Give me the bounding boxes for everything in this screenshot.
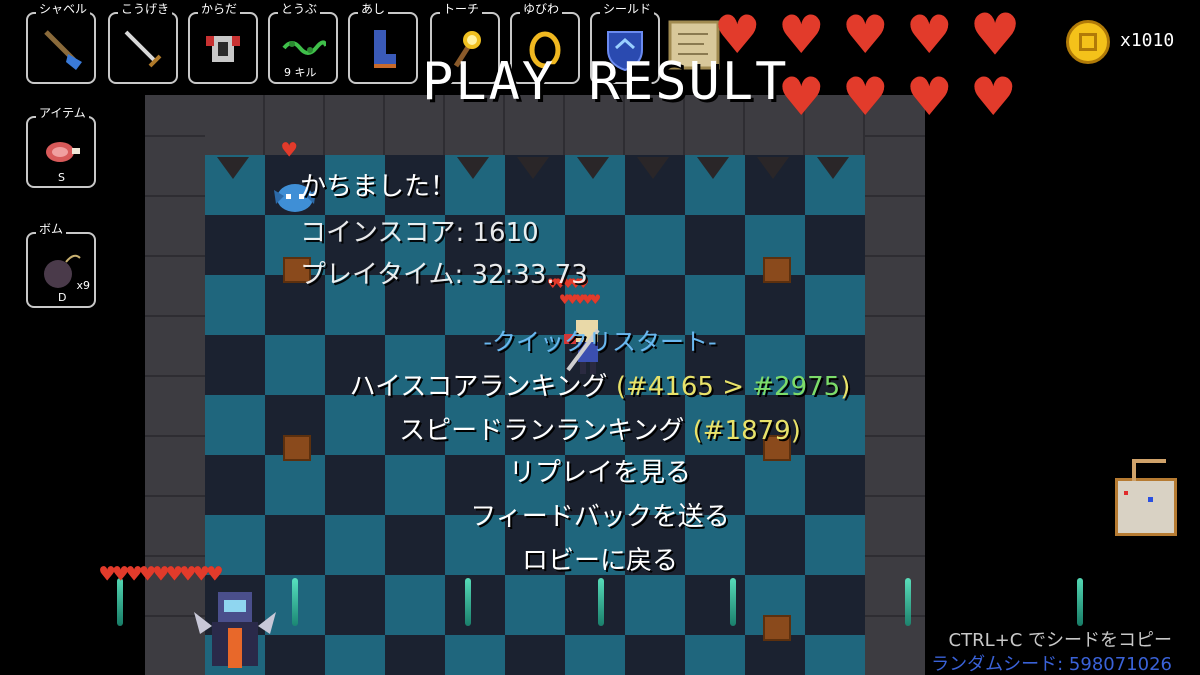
slot-label: シャベル xyxy=(36,2,91,16)
kill-count: 9 キル xyxy=(284,66,317,79)
wall-spike xyxy=(697,157,729,179)
victory-status: かちました！ xyxy=(300,172,457,202)
highscore-old-rank: (#4165 > xyxy=(607,372,753,402)
coin-score: コインスコア: 1610 xyxy=(300,218,539,248)
floor-tile xyxy=(685,635,745,675)
torch-light xyxy=(598,578,604,626)
torch-light xyxy=(292,578,298,626)
slot-label: あし xyxy=(358,2,389,16)
heart-icon: ♥ xyxy=(910,0,949,73)
boots-icon xyxy=(374,30,396,68)
wall-spike xyxy=(457,157,489,179)
slot-feet: あし xyxy=(348,2,418,84)
slot-label: こうげき xyxy=(118,2,173,16)
minimap-player-marker xyxy=(1148,497,1153,502)
floor-tile xyxy=(505,575,565,635)
speedrun-rank: (#1879) xyxy=(684,416,801,446)
heart-icon: ♥ xyxy=(846,61,885,135)
slot-weapon: こうげき xyxy=(108,2,178,84)
highscore-ranking-button[interactable]: ハイスコアランキング (#4165 > #2975) xyxy=(0,366,1200,403)
sword-icon xyxy=(124,30,162,68)
speedrun-ranking-button[interactable]: スピードランランキング (#1879) xyxy=(0,410,1200,447)
return-to-lobby-button[interactable]: ロビーに戻る xyxy=(0,540,1200,577)
minimap-marker xyxy=(1124,491,1128,495)
ham-food-icon xyxy=(46,142,80,162)
torch-light xyxy=(465,578,471,626)
gold-count: x1010 xyxy=(1120,30,1175,51)
speedrun-label: スピードランランキング xyxy=(399,416,685,446)
send-feedback-button[interactable]: フィードバックを送る xyxy=(0,496,1200,533)
bomb-slot-label: ボム xyxy=(36,222,67,236)
torch-light xyxy=(730,578,736,626)
wall-spike xyxy=(217,157,249,179)
floor-tile xyxy=(325,635,385,675)
wall-spike xyxy=(577,157,609,179)
slot-shovel: シャベル xyxy=(26,2,96,84)
armor-icon xyxy=(206,36,240,62)
random-seed[interactable]: ランダムシード: 598071026 xyxy=(931,650,1172,675)
torch-light xyxy=(905,578,911,626)
crate xyxy=(763,615,791,641)
heart-icon: ♥ xyxy=(846,0,885,73)
game-screen: ♥ ♥♥♥♥♥ ♥♥♥♥♥ ♥♥♥♥♥♥♥♥♥ シャベル こうげき からだ とう… xyxy=(0,0,1200,675)
necrodancer-boss-icon xyxy=(194,592,276,668)
wall-spike xyxy=(517,157,549,179)
slot-head: とうぶ 9 キル xyxy=(268,2,338,84)
heart-icon: ♥ xyxy=(910,61,949,135)
slot-label: からだ xyxy=(198,2,241,16)
floor-tile xyxy=(625,215,685,275)
slot-label: とうぶ xyxy=(278,2,321,16)
highscore-close: ) xyxy=(840,372,851,402)
slot-label: ゆびわ xyxy=(520,2,563,16)
highscore-new-rank: #2975 xyxy=(752,372,841,402)
gold-coin-icon xyxy=(1066,20,1110,64)
watch-replay-button[interactable]: リプレイを見る xyxy=(0,452,1200,489)
bomb-hotkey: D xyxy=(58,291,67,304)
highscore-label: ハイスコアランキング xyxy=(349,372,608,402)
wall-spike xyxy=(637,157,669,179)
shovel-icon xyxy=(44,30,82,70)
wall-spike xyxy=(757,157,789,179)
copy-seed-hint: CTRL+C でシードをコピー xyxy=(948,630,1172,651)
minimap-corner xyxy=(1132,459,1166,481)
item-slot: アイテム S xyxy=(26,106,96,188)
wall-spike xyxy=(817,157,849,179)
item-hotkey: S xyxy=(58,171,65,184)
torch-light xyxy=(1077,578,1083,626)
heart-icon: ♥ xyxy=(974,61,1013,135)
bomb-slot: ボム D x9 xyxy=(26,222,96,308)
play-time: プレイタイム: 32:33.73 xyxy=(300,260,588,290)
floor-tile xyxy=(385,575,445,635)
slot-label: シールド xyxy=(600,2,655,16)
play-result-title: PLAY RESULT xyxy=(422,52,789,112)
crate xyxy=(763,257,791,283)
item-slot-label: アイテム xyxy=(36,106,89,120)
heart-icon: ♥ xyxy=(974,0,1017,76)
floor-tile xyxy=(445,635,505,675)
slot-body: からだ xyxy=(188,2,258,84)
bomb-count: x9 xyxy=(76,279,90,292)
floor-tile xyxy=(625,575,685,635)
floor-tile xyxy=(805,635,865,675)
quick-restart-button[interactable]: -クイックリスタート- xyxy=(0,322,1200,357)
slot-label: トーチ xyxy=(440,2,483,16)
minimap xyxy=(1115,459,1177,536)
enemy-heart-icon: ♥ xyxy=(282,136,297,164)
floor-tile xyxy=(565,635,625,675)
